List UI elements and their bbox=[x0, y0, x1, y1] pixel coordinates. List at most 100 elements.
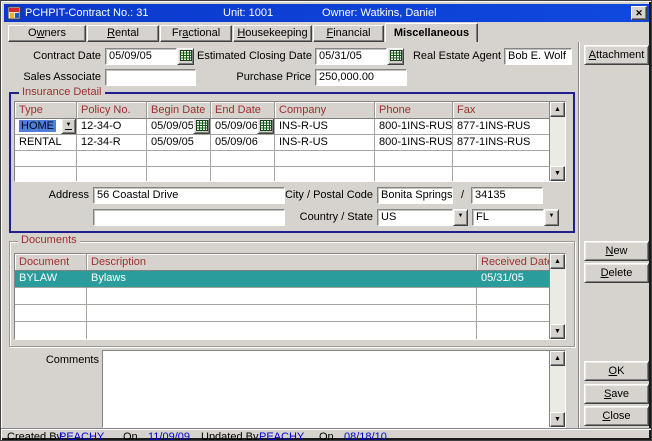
contract-date-label: Contract Date bbox=[1, 48, 101, 64]
scroll-down-icon[interactable]: ▼ bbox=[550, 166, 565, 181]
estimated-closing-date-field[interactable]: 05/31/05 bbox=[315, 48, 387, 65]
postal-code-field[interactable]: 34135 bbox=[471, 187, 543, 204]
attachment-button[interactable]: Attachment bbox=[584, 45, 649, 65]
insurance-table: Type Policy No. Begin Date End Date Comp… bbox=[14, 101, 566, 182]
insurance-row-rental: RENTAL 12-34-R 05/09/05 05/09/06 INS-R-U… bbox=[15, 135, 565, 151]
comments-field[interactable]: ▲ ▼ bbox=[102, 350, 566, 428]
col-type: Type bbox=[15, 102, 77, 119]
tab-rental[interactable]: Rental bbox=[87, 25, 159, 42]
description-cell[interactable]: Bylaws bbox=[87, 271, 477, 288]
documents-table: Document Description Received Date BYLAW… bbox=[14, 253, 566, 340]
insurance-row-home: HOME ▼ 12-34-O 05/09/05 05/09/06 INS-R-U… bbox=[15, 119, 565, 135]
policy-no-cell[interactable]: 12-34-O bbox=[77, 119, 147, 135]
begin-date-cell[interactable]: 05/09/05 bbox=[147, 135, 211, 151]
col-document: Document bbox=[15, 254, 87, 271]
close-icon: ✕ bbox=[635, 8, 643, 18]
comments-scrollbar[interactable]: ▲ ▼ bbox=[549, 351, 565, 427]
end-date-cell[interactable]: 05/09/06 bbox=[211, 135, 275, 151]
scroll-down-icon[interactable]: ▼ bbox=[550, 324, 565, 339]
company-cell[interactable]: INS-R-US bbox=[275, 135, 375, 151]
fax-cell[interactable]: 877-1INS-RUS bbox=[453, 119, 550, 135]
col-begin-date: Begin Date bbox=[147, 102, 211, 119]
scroll-up-icon[interactable]: ▲ bbox=[550, 351, 565, 366]
contract-date-calendar-button[interactable] bbox=[177, 48, 194, 65]
tab-housekeeping[interactable]: Housekeeping bbox=[233, 25, 312, 42]
lov-down-icon: ▼ bbox=[458, 213, 464, 219]
sales-associate-field[interactable] bbox=[105, 69, 196, 86]
end-date-calendar-button[interactable] bbox=[257, 119, 274, 134]
contract-date-field[interactable]: 05/09/05 bbox=[105, 48, 177, 65]
lov-down-icon: ▼ bbox=[65, 122, 73, 130]
purchase-price-field[interactable]: 250,000.00 bbox=[315, 69, 407, 86]
documents-table-scrollbar[interactable]: ▲ ▼ bbox=[549, 254, 565, 339]
received-date-cell[interactable]: 05/31/05 bbox=[477, 271, 550, 288]
insurance-table-scrollbar[interactable]: ▲ ▼ bbox=[549, 102, 565, 181]
phone-cell[interactable]: 800-1INS-RUS bbox=[375, 119, 453, 135]
updated-on-value: 08/18/10 bbox=[344, 431, 387, 441]
insurance-header-row: Type Policy No. Begin Date End Date Comp… bbox=[15, 102, 565, 119]
created-by-label: Created By bbox=[7, 431, 62, 441]
tab-miscellaneous[interactable]: Miscellaneous bbox=[385, 23, 478, 42]
scroll-down-icon[interactable]: ▼ bbox=[550, 412, 565, 427]
documents-row-empty bbox=[15, 322, 565, 339]
insurance-detail-group-label: Insurance Detail bbox=[19, 86, 105, 99]
policy-no-cell[interactable]: 12-34-R bbox=[77, 135, 147, 151]
phone-cell[interactable]: 800-1INS-RUS bbox=[375, 135, 453, 151]
tab-financial[interactable]: Financial bbox=[313, 25, 384, 42]
updated-by-label: Updated By bbox=[201, 431, 258, 441]
fax-cell[interactable]: 877-1INS-RUS bbox=[453, 135, 550, 151]
documents-row-bylaw: BYLAW Bylaws 05/31/05 bbox=[15, 271, 565, 288]
save-button[interactable]: Save bbox=[584, 384, 649, 404]
updated-by-value: PEACHY bbox=[259, 431, 304, 441]
new-button[interactable]: New bbox=[584, 241, 649, 261]
col-company: Company bbox=[275, 102, 375, 119]
lov-down-icon: ▼ bbox=[549, 213, 555, 219]
estimated-closing-date-calendar-button[interactable] bbox=[387, 48, 404, 65]
state-field[interactable]: FL bbox=[472, 209, 544, 226]
type-cell[interactable]: HOME ▼ bbox=[15, 119, 77, 135]
country-lov-button[interactable]: ▼ bbox=[453, 209, 468, 226]
estimated-closing-date-label: Estimated Closing Date bbox=[197, 48, 311, 64]
tab-owners[interactable]: Owners bbox=[8, 25, 86, 42]
col-fax: Fax bbox=[453, 102, 550, 119]
footer-divider bbox=[1, 428, 652, 430]
col-end-date: End Date bbox=[211, 102, 275, 119]
type-cell[interactable]: RENTAL bbox=[15, 135, 77, 151]
close-window-button[interactable]: ✕ bbox=[631, 6, 647, 20]
calendar-icon bbox=[180, 52, 192, 64]
updated-on-label: On bbox=[319, 431, 334, 441]
ok-button[interactable]: OK bbox=[584, 361, 649, 381]
country-field[interactable]: US bbox=[377, 209, 453, 226]
real-estate-agent-field[interactable]: Bob E. Wolf bbox=[504, 48, 572, 65]
documents-row-empty bbox=[15, 288, 565, 305]
state-lov-button[interactable]: ▼ bbox=[544, 209, 559, 226]
insurance-row-empty bbox=[15, 167, 565, 182]
scroll-up-icon[interactable]: ▲ bbox=[550, 102, 565, 117]
documents-group-label: Documents bbox=[18, 234, 80, 247]
col-phone: Phone bbox=[375, 102, 453, 119]
tab-fractional[interactable]: Fractional bbox=[160, 25, 232, 42]
company-cell[interactable]: INS-R-US bbox=[275, 119, 375, 135]
documents-row-empty bbox=[15, 305, 565, 322]
panel-divider bbox=[578, 42, 580, 428]
end-date-cell[interactable]: 05/09/06 bbox=[211, 119, 275, 135]
created-on-value: 11/09/09 bbox=[148, 431, 190, 441]
document-cell[interactable]: BYLAW bbox=[15, 271, 87, 288]
delete-button[interactable]: Delete bbox=[584, 263, 649, 283]
comments-label: Comments bbox=[41, 352, 99, 368]
begin-date-cell[interactable]: 05/09/05 bbox=[147, 119, 211, 135]
documents-group: Documents Document Description Received … bbox=[9, 241, 575, 347]
title-bar: PCHPIT-Contract No.: 31 Unit: 1001 Owner… bbox=[4, 4, 649, 22]
address-label: Address bbox=[29, 187, 89, 203]
insurance-row-empty bbox=[15, 151, 565, 167]
window-title: PCHPIT-Contract No.: 31 bbox=[25, 7, 149, 19]
type-lov-button[interactable]: ▼ bbox=[61, 119, 76, 134]
country-state-label: Country / State bbox=[251, 209, 373, 225]
col-policy-no: Policy No. bbox=[77, 102, 147, 119]
close-button[interactable]: Close bbox=[584, 406, 649, 426]
city-postal-label: City / Postal Code bbox=[251, 187, 373, 203]
begin-date-calendar-button[interactable] bbox=[193, 119, 210, 134]
calendar-icon bbox=[196, 120, 208, 131]
scroll-up-icon[interactable]: ▲ bbox=[550, 254, 565, 269]
city-field[interactable]: Bonita Springs bbox=[377, 187, 453, 204]
